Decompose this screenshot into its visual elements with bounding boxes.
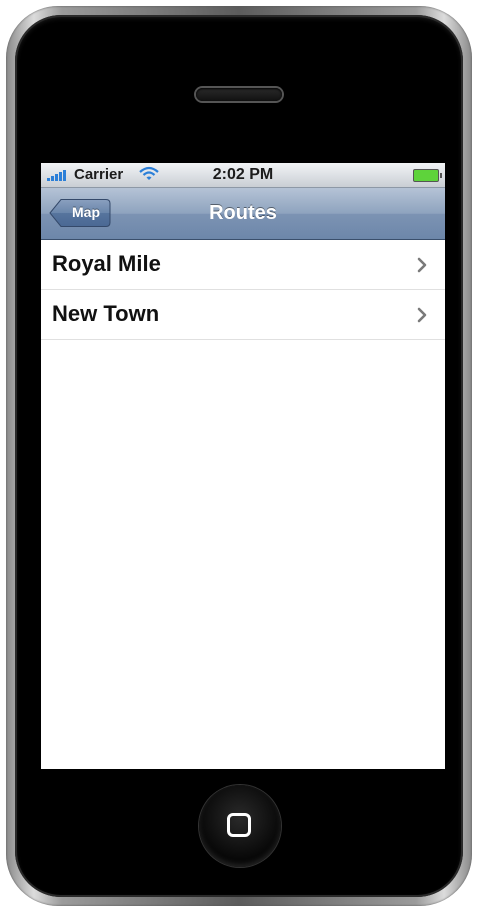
- speaker-grille: [196, 88, 282, 101]
- list-item-label: Royal Mile: [52, 251, 161, 276]
- chevron-right-icon: [417, 257, 427, 273]
- home-button[interactable]: [199, 785, 281, 867]
- list-item[interactable]: Royal Mile: [41, 240, 445, 290]
- home-square-icon: [227, 813, 251, 837]
- status-time: 2:02 PM: [212, 166, 274, 183]
- list-item-label: New Town: [52, 301, 160, 326]
- list-item[interactable]: New Town: [41, 290, 445, 340]
- navigation-bar: Routes Map: [41, 188, 445, 240]
- back-button[interactable]: Map: [49, 198, 111, 228]
- back-button-label: Map: [72, 204, 100, 220]
- screen: Carrier 2:02 PM Routes Map Royal Mile Ne…: [41, 163, 445, 769]
- chevron-right-icon: [417, 307, 427, 323]
- status-bar: Carrier 2:02 PM: [41, 163, 445, 188]
- routes-list: Royal Mile New Town: [41, 240, 445, 340]
- battery-icon: [413, 169, 442, 182]
